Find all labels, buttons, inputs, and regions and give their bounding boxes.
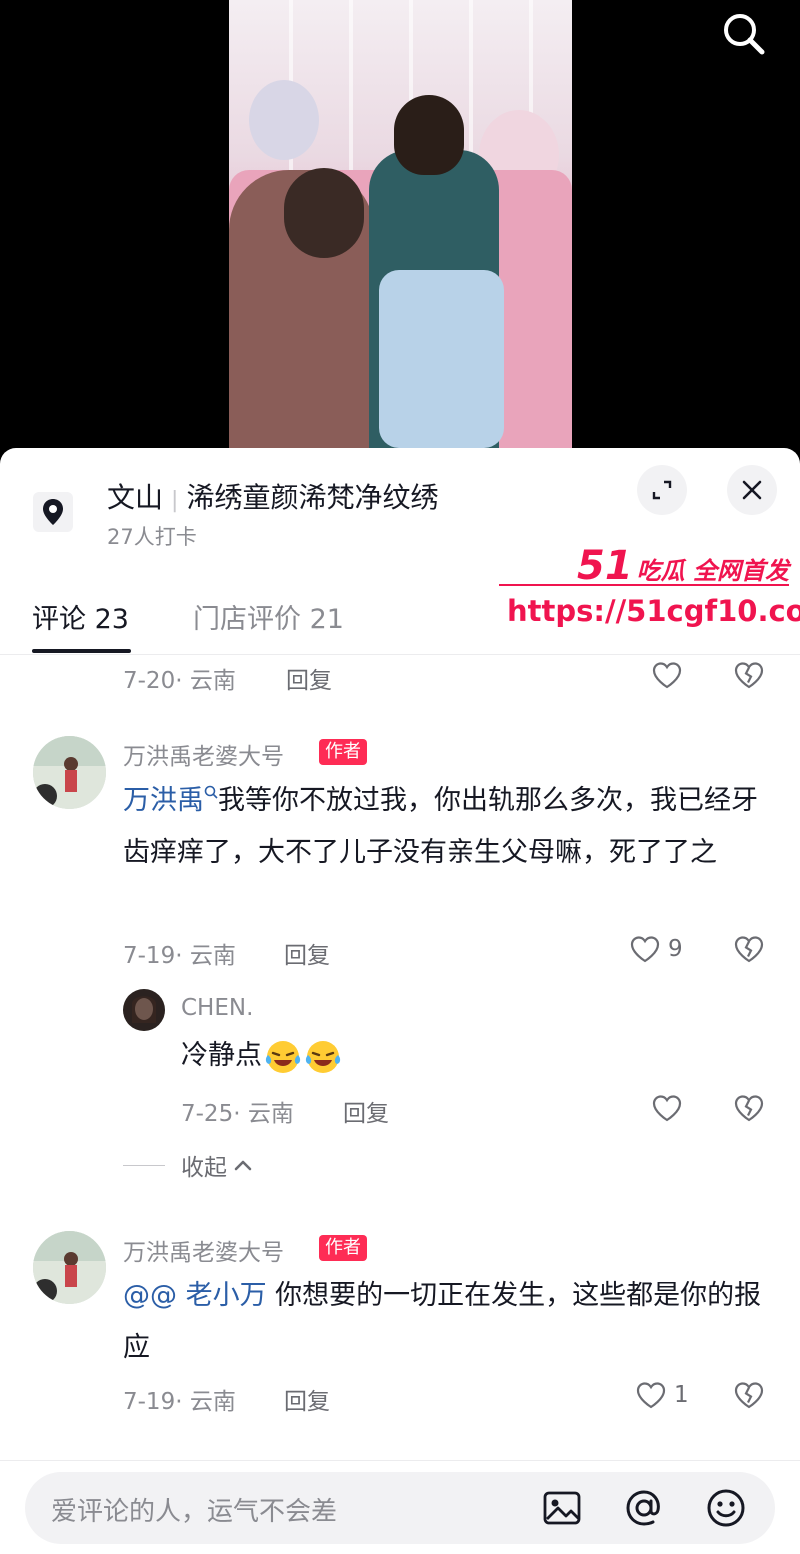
author-name[interactable]: 万洪禹老婆大号 [123, 737, 284, 771]
broken-heart-icon[interactable] [732, 1378, 766, 1412]
avatar[interactable] [33, 1231, 106, 1304]
video-player[interactable] [0, 0, 800, 470]
collapse-replies-button[interactable]: 收起 [123, 1148, 253, 1182]
author-badge: 作者 [319, 739, 367, 765]
reply-button[interactable]: 回复 [343, 1094, 389, 1128]
crying-laughing-emoji [305, 1041, 341, 1073]
comment-body: 我等你不放过我，你出轨那么多次，我已经牙齿痒痒了，大不了儿子没有亲生父母嘛，死了… [123, 785, 758, 868]
location-city: 文山 [107, 481, 164, 514]
title-separator: | [171, 488, 179, 513]
checkin-count: 27人打卡 [107, 525, 197, 549]
broken-heart-icon[interactable] [732, 1091, 766, 1125]
location-store: 浠绣童颜浠梵净纹绣 [186, 481, 439, 514]
comment-text: @@ 老小万 你想要的一切正在发生，这些都是你的报应 [123, 1270, 768, 1374]
comment-text: 冷静点 [181, 1030, 741, 1082]
like-count: 9 [668, 936, 683, 962]
search-icon[interactable] [718, 8, 768, 58]
reply-button[interactable]: 回复 [284, 1382, 330, 1416]
comment-meta: 7-25· 云南 [181, 1101, 294, 1127]
watermark-brand: 51 吃瓜 全网首发 [577, 543, 790, 589]
close-button[interactable] [727, 465, 777, 515]
avatar[interactable] [123, 989, 165, 1031]
mention-link[interactable]: @@ 老小万 [123, 1280, 267, 1311]
search-mini-icon [204, 785, 218, 799]
location-pin-icon [33, 492, 73, 532]
expand-button[interactable] [637, 465, 687, 515]
comment-meta: 7-19· 云南 [123, 1389, 236, 1415]
watermark-rule [499, 584, 789, 586]
emoji-icon[interactable] [704, 1486, 748, 1530]
tab-indicator [32, 649, 131, 653]
tab-store-reviews[interactable]: 门店评价 21 [193, 597, 344, 636]
reply-button[interactable]: 回复 [284, 936, 330, 970]
broken-heart-icon[interactable] [732, 658, 766, 692]
reply-button[interactable]: 回复 [286, 661, 332, 695]
author-badge: 作者 [319, 1235, 367, 1261]
tab-comments[interactable]: 评论 23 [32, 597, 129, 636]
broken-heart-icon[interactable] [732, 932, 766, 966]
collapse-label: 收起 [181, 1155, 227, 1181]
comment-body: 冷静点 [181, 1040, 262, 1071]
collapse-line [123, 1164, 165, 1166]
location-title[interactable]: 文山 | 浠绣童颜浠梵净纹绣 [107, 476, 438, 516]
mention-link[interactable]: 万洪禹 [123, 785, 204, 816]
crying-laughing-emoji [265, 1041, 301, 1073]
at-icon[interactable] [622, 1486, 666, 1530]
video-frame [229, 0, 572, 448]
comment-text: 万洪禹 我等你不放过我，你出轨那么多次，我已经牙齿痒痒了，大不了儿子没有亲生父母嘛… [123, 775, 763, 879]
expand-icon [652, 480, 672, 500]
watermark: 51吃瓜 全网首发 https://51cgf10.com [497, 538, 800, 634]
comment-input-placeholder: 爱评论的人，运气不会差 [51, 1497, 338, 1527]
heart-icon[interactable] [634, 1378, 668, 1412]
heart-icon[interactable] [650, 1091, 684, 1125]
image-icon[interactable] [540, 1486, 584, 1530]
avatar[interactable] [33, 736, 106, 809]
comment-meta: 7-20· 云南 [123, 668, 236, 694]
watermark-url: https://51cgf10.com [507, 594, 800, 628]
chevron-up-icon [234, 1160, 252, 1171]
close-icon [742, 480, 762, 500]
heart-icon[interactable] [650, 658, 684, 692]
tabs-divider [0, 654, 800, 655]
comment-meta: 7-19· 云南 [123, 943, 236, 969]
like-count: 1 [674, 1382, 689, 1408]
heart-icon[interactable] [628, 932, 662, 966]
author-name[interactable]: CHEN. [181, 995, 253, 1021]
author-name[interactable]: 万洪禹老婆大号 [123, 1233, 284, 1267]
